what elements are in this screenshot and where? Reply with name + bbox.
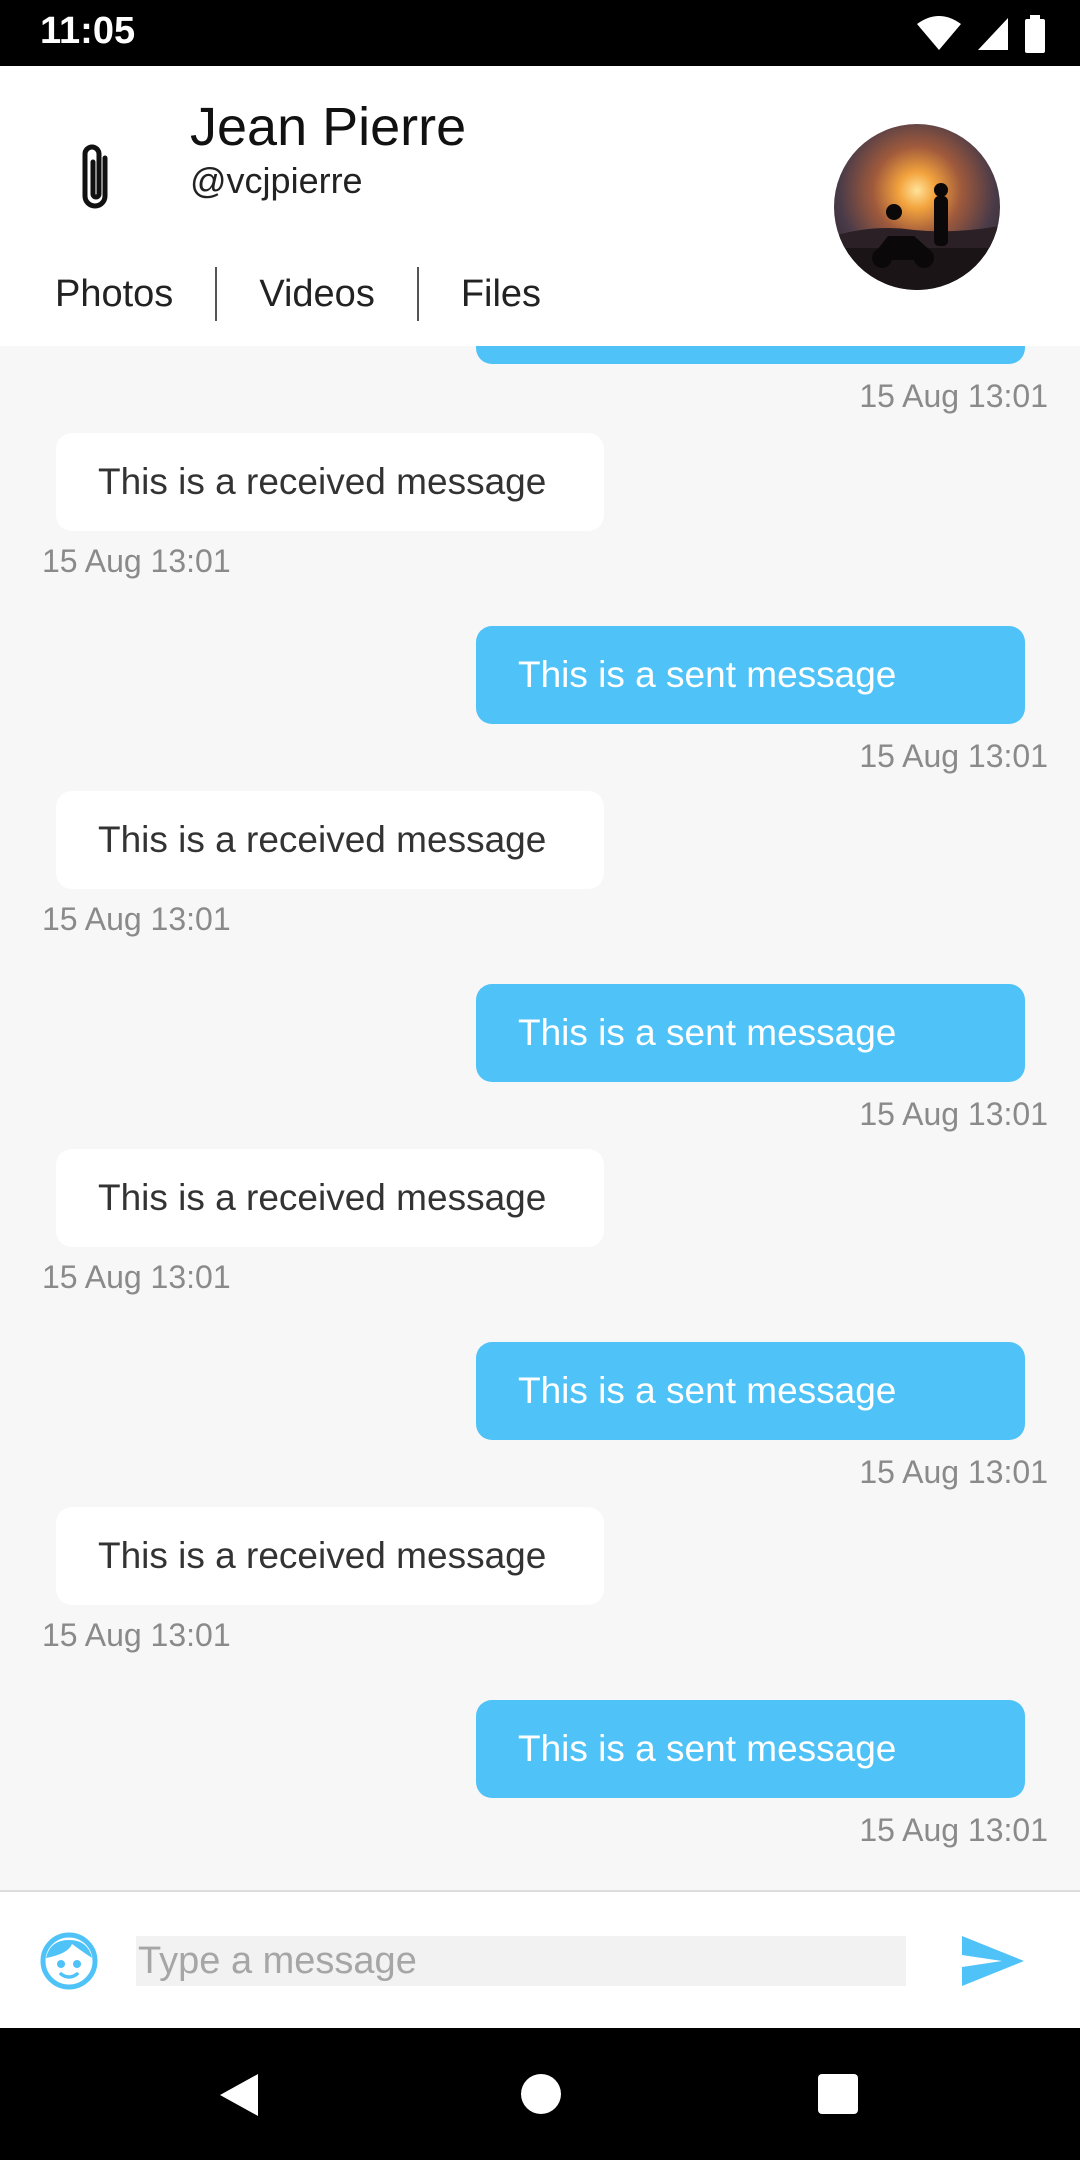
message-bubble-received[interactable]: This is a received message <box>56 1507 604 1605</box>
emoji-icon[interactable] <box>40 1932 98 1990</box>
message-timestamp: 15 Aug 13:01 <box>42 543 231 579</box>
message-timestamp: 15 Aug 13:01 <box>859 1096 1048 1132</box>
message-input[interactable] <box>136 1936 906 1986</box>
media-tabs: Photos Videos Files <box>0 262 583 326</box>
back-icon[interactable] <box>218 2072 260 2118</box>
message-bubble-sent[interactable]: This is a sent message <box>476 626 1025 724</box>
message-composer <box>0 1890 1080 2028</box>
tab-videos[interactable]: Videos <box>217 267 417 321</box>
message-bubble-received[interactable]: This is a received message <box>56 1149 604 1247</box>
message-bubble-sent[interactable]: This is a sent message <box>476 984 1025 1082</box>
battery-icon <box>1025 15 1045 53</box>
message-bubble-sent[interactable] <box>476 346 1025 364</box>
status-bar: 11:05 <box>0 0 1080 66</box>
avatar-silhouette <box>834 183 1000 290</box>
system-nav-bar <box>0 2028 1080 2160</box>
message-bubble-received[interactable]: This is a received message <box>56 791 604 889</box>
message-timestamp: 15 Aug 13:01 <box>42 1259 231 1295</box>
message-bubble-sent[interactable]: This is a sent message <box>476 1700 1025 1798</box>
message-timestamp: 15 Aug 13:01 <box>859 1454 1048 1490</box>
status-icons <box>916 14 1046 54</box>
message-list[interactable]: 15 Aug 13:01 This is a received message … <box>0 346 1080 1890</box>
home-icon[interactable] <box>521 2074 561 2114</box>
message-timestamp: 15 Aug 13:01 <box>859 738 1048 774</box>
send-icon[interactable] <box>960 1932 1026 1990</box>
message-timestamp: 15 Aug 13:01 <box>42 901 231 937</box>
message-bubble-sent[interactable]: This is a sent message <box>476 1342 1025 1440</box>
message-bubble-received[interactable]: This is a received message <box>56 433 604 531</box>
message-timestamp: 15 Aug 13:01 <box>859 1812 1048 1848</box>
tab-photos[interactable]: Photos <box>0 267 215 321</box>
wifi-icon <box>917 16 961 50</box>
contact-name: Jean Pierre <box>190 97 467 157</box>
message-timestamp: 15 Aug 13:01 <box>859 378 1048 414</box>
tab-files[interactable]: Files <box>419 267 583 321</box>
chat-header: Jean Pierre @vcjpierre Photos Videos Fil… <box>0 66 1080 346</box>
status-time: 11:05 <box>40 10 136 52</box>
paperclip-icon[interactable] <box>72 138 118 218</box>
signal-icon <box>978 18 1008 50</box>
recents-icon[interactable] <box>818 2074 858 2114</box>
avatar[interactable] <box>834 124 1000 290</box>
message-timestamp: 15 Aug 13:01 <box>42 1617 231 1653</box>
contact-handle: @vcjpierre <box>190 160 363 201</box>
